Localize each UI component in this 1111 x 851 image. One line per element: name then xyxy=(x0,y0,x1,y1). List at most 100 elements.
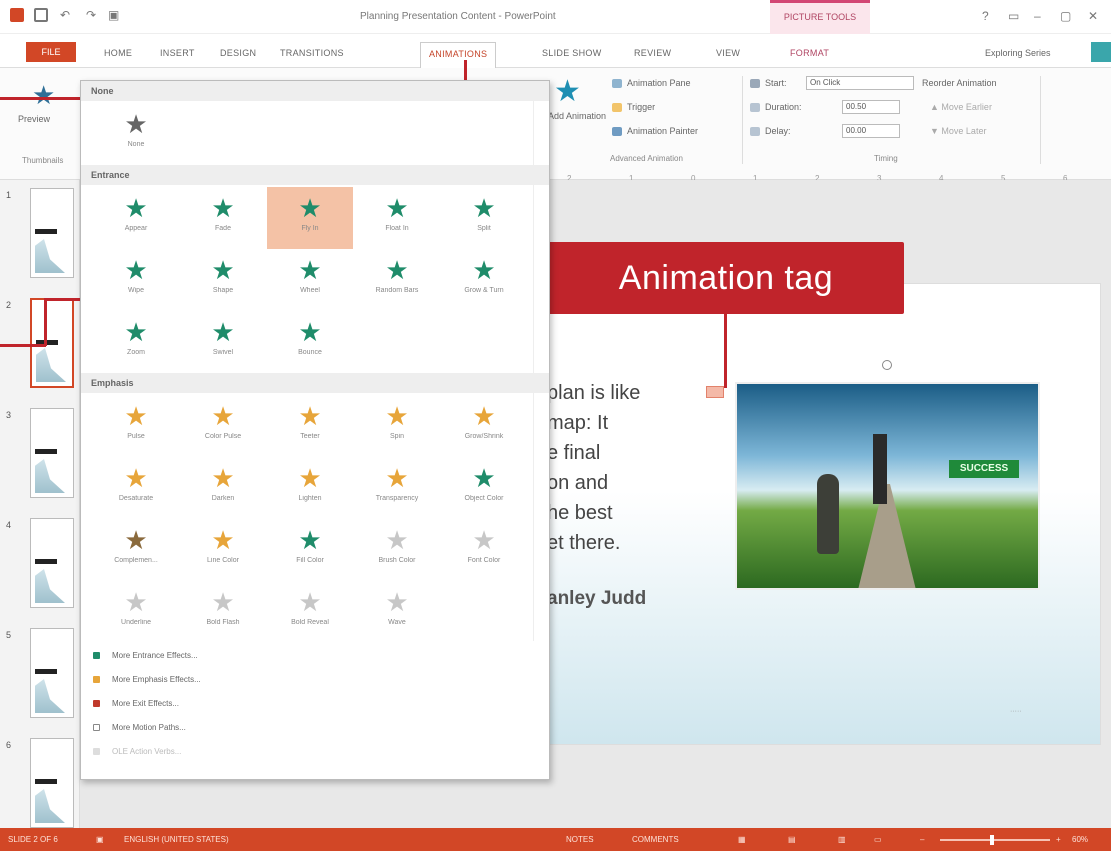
gallery-item-entrance-3[interactable]: ★ Float In xyxy=(354,187,440,249)
gallery-item-emphasis-1[interactable]: ★ Color Pulse xyxy=(180,395,266,457)
gallery-item-emphasis-11[interactable]: ★ Line Color xyxy=(180,519,266,581)
animation-painter-button[interactable]: Animation Painter xyxy=(612,126,698,137)
gallery-item-emphasis-8[interactable]: ★ Transparency xyxy=(354,457,440,519)
slide-sorter-icon[interactable]: ▤ xyxy=(788,835,796,844)
close-icon[interactable]: ✕ xyxy=(1088,9,1098,23)
tab-view[interactable]: VIEW xyxy=(716,48,740,58)
slide-thumbnail-2[interactable] xyxy=(30,298,74,388)
gallery-item-entrance-5[interactable]: ★ Wipe xyxy=(93,249,179,311)
zoom-out-icon[interactable]: – xyxy=(920,835,924,844)
tab-format[interactable]: FORMAT xyxy=(790,48,829,58)
animation-none[interactable]: ★ None xyxy=(93,103,179,165)
tab-slide-show[interactable]: SLIDE SHOW xyxy=(542,48,602,58)
ribbon-display-icon[interactable]: ▭ xyxy=(1008,9,1019,23)
gallery-item-entrance-4[interactable]: ★ Split xyxy=(441,187,527,249)
user-name[interactable]: Exploring Series xyxy=(985,48,1051,58)
slide-picture[interactable]: SUCCESS xyxy=(735,382,1040,590)
gallery-item-entrance-1[interactable]: ★ Fade xyxy=(180,187,266,249)
gallery-item-emphasis-0[interactable]: ★ Pulse xyxy=(93,395,179,457)
delay-spinner[interactable]: 00.00 xyxy=(842,124,900,138)
slide-thumbnail-6[interactable] xyxy=(30,738,74,828)
gallery-item-entrance-10[interactable]: ★ Zoom xyxy=(93,311,179,373)
gallery-scrollbar[interactable] xyxy=(533,81,549,641)
zoom-slider-thumb[interactable] xyxy=(990,835,994,845)
gallery-item-entrance-0[interactable]: ★ Appear xyxy=(93,187,179,249)
rotate-handle[interactable] xyxy=(882,360,892,370)
gallery-item-emphasis-12[interactable]: ★ Fill Color xyxy=(267,519,353,581)
tab-transitions[interactable]: TRANSITIONS xyxy=(280,48,344,58)
minimize-icon[interactable]: – xyxy=(1034,9,1041,23)
slide-thumbnail-3[interactable] xyxy=(30,408,74,498)
move-later-button[interactable]: ▼ Move Later xyxy=(930,126,986,136)
thumbnail-graphic xyxy=(36,348,66,382)
add-animation-icon[interactable]: ★ xyxy=(554,74,581,109)
trigger-button[interactable]: Trigger xyxy=(612,102,655,113)
gallery-item-entrance-9[interactable]: ★ Grow & Turn xyxy=(441,249,527,311)
move-earlier-button[interactable]: ▲ Move Earlier xyxy=(930,102,992,112)
slide-thumbnail-4[interactable] xyxy=(30,518,74,608)
gallery-item-entrance-8[interactable]: ★ Random Bars xyxy=(354,249,440,311)
gallery-item-entrance-11[interactable]: ★ Swivel xyxy=(180,311,266,373)
zoom-level[interactable]: 60% xyxy=(1072,835,1088,844)
gallery-item-emphasis-7[interactable]: ★ Lighten xyxy=(267,457,353,519)
gallery-item-emphasis-14[interactable]: ★ Font Color xyxy=(441,519,527,581)
gallery-item-emphasis-6[interactable]: ★ Darken xyxy=(180,457,266,519)
gallery-item-emphasis-9[interactable]: ★ Object Color xyxy=(441,457,527,519)
gallery-item-emphasis-5[interactable]: ★ Desaturate xyxy=(93,457,179,519)
more-emphasis-effects[interactable]: More Emphasis Effects... xyxy=(93,675,201,684)
zoom-slider[interactable] xyxy=(940,839,1050,841)
gallery-item-emphasis-15[interactable]: ★ Underline xyxy=(93,581,179,643)
tab-design[interactable]: DESIGN xyxy=(220,48,256,58)
redo-icon[interactable]: ↷ xyxy=(86,8,96,22)
quote-author[interactable]: anley Judd xyxy=(547,588,646,610)
gallery-item-emphasis-10[interactable]: ★ Complemen... xyxy=(93,519,179,581)
gallery-item-emphasis-4[interactable]: ★ Grow/Shrink xyxy=(441,395,527,457)
comments-button[interactable]: COMMENTS xyxy=(632,835,679,844)
gallery-item-emphasis-17[interactable]: ★ Bold Reveal xyxy=(267,581,353,643)
reading-view-icon[interactable]: ▥ xyxy=(838,835,846,844)
language-indicator[interactable]: ENGLISH (UNITED STATES) xyxy=(124,835,229,844)
tab-review[interactable]: REVIEW xyxy=(634,48,671,58)
undo-icon[interactable]: ↶ xyxy=(60,8,70,22)
avatar[interactable] xyxy=(1091,42,1111,62)
slide-thumbnail-5[interactable] xyxy=(30,628,74,718)
notes-button[interactable]: NOTES xyxy=(566,835,594,844)
gallery-item-emphasis-3[interactable]: ★ Spin xyxy=(354,395,440,457)
start-from-beginning-icon[interactable]: ▣ xyxy=(108,8,119,22)
animation-tag-badge[interactable] xyxy=(706,386,724,398)
slide-quote-text[interactable]: plan is like map: It e final on and he b… xyxy=(547,378,727,558)
zoom-in-icon[interactable]: + xyxy=(1056,835,1061,844)
tab-home[interactable]: HOME xyxy=(104,48,132,58)
gallery-item-entrance-6[interactable]: ★ Shape xyxy=(180,249,266,311)
thumbnail-number: 2 xyxy=(6,300,12,310)
animation-pane-button[interactable]: Animation Pane xyxy=(612,78,691,89)
slide-show-icon[interactable]: ▭ xyxy=(874,835,882,844)
tab-file[interactable]: FILE xyxy=(26,42,76,62)
more-exit-effects[interactable]: More Exit Effects... xyxy=(93,699,179,708)
tab-insert[interactable]: INSERT xyxy=(160,48,195,58)
star-icon: ★ xyxy=(211,317,235,347)
maximize-icon[interactable]: ▢ xyxy=(1060,9,1071,23)
tab-animations[interactable]: ANIMATIONS xyxy=(420,42,497,68)
gallery-item-entrance-12[interactable]: ★ Bounce xyxy=(267,311,353,373)
exit-star-icon xyxy=(93,700,100,708)
help-icon[interactable]: ? xyxy=(982,9,989,23)
group-timing: Timing xyxy=(874,154,898,163)
more-entrance-effects[interactable]: More Entrance Effects... xyxy=(93,651,198,660)
start-select[interactable]: On Click xyxy=(806,76,914,90)
normal-view-icon[interactable]: ▦ xyxy=(738,835,746,844)
add-animation-button[interactable]: Add Animation xyxy=(548,110,608,122)
gallery-item-entrance-2[interactable]: ★ Fly In xyxy=(267,187,353,249)
spellcheck-icon[interactable]: ▣ xyxy=(96,835,104,844)
slide-thumbnail-1[interactable] xyxy=(30,188,74,278)
gallery-item-emphasis-2[interactable]: ★ Teeter xyxy=(267,395,353,457)
preview-button[interactable]: Preview xyxy=(18,114,50,124)
more-motion-paths[interactable]: More Motion Paths... xyxy=(93,723,186,732)
ole-action-verbs[interactable]: OLE Action Verbs... xyxy=(93,747,181,756)
gallery-item-emphasis-16[interactable]: ★ Bold Flash xyxy=(180,581,266,643)
gallery-item-entrance-7[interactable]: ★ Wheel xyxy=(267,249,353,311)
duration-spinner[interactable]: 00.50 xyxy=(842,100,900,114)
gallery-item-emphasis-13[interactable]: ★ Brush Color xyxy=(354,519,440,581)
gallery-item-emphasis-18[interactable]: ★ Wave xyxy=(354,581,440,643)
save-icon[interactable] xyxy=(34,8,48,22)
